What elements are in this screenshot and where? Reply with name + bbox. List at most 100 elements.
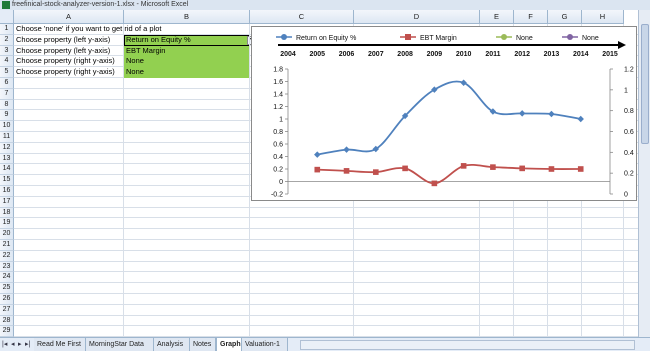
cell-a1[interactable]: Choose 'none' if you want to get rid of …: [14, 24, 250, 35]
vertical-scrollbar[interactable]: [638, 10, 650, 337]
data-point: [431, 180, 438, 187]
row-header-14[interactable]: 14: [0, 164, 14, 176]
left-y-tick-label: 1.6: [273, 79, 283, 86]
data-point: [519, 165, 525, 172]
row-header-29[interactable]: 29: [0, 326, 14, 338]
line-chart[interactable]: Return on Equity % EBT Margin None None 2004…: [251, 26, 637, 201]
left-y-tick-label: 1.8: [273, 67, 283, 74]
horizontal-scrollbar[interactable]: [300, 340, 635, 350]
tab-first-icon[interactable]: |◂: [2, 340, 7, 348]
cell-b4[interactable]: None: [124, 56, 250, 68]
row-header-4[interactable]: 4: [0, 56, 14, 68]
data-point: [343, 168, 350, 174]
tab-prev-icon[interactable]: ◂: [11, 340, 15, 348]
sheet-tab-read-me-first[interactable]: Read Me First: [34, 338, 86, 351]
data-point: [490, 164, 496, 170]
row-header-15[interactable]: 15: [0, 175, 14, 186]
column-header-g[interactable]: G: [548, 10, 582, 24]
row-header-25[interactable]: 25: [0, 283, 14, 294]
cell-b3[interactable]: EBT Margin: [124, 45, 250, 57]
left-y-tick-label: 1.4: [273, 92, 283, 99]
row-header-12[interactable]: 12: [0, 142, 14, 154]
column-header-e[interactable]: E: [480, 10, 514, 24]
column-header-b[interactable]: B: [124, 10, 250, 24]
sheet-tab-bar: |◂ ◂ ▸ ▸| Read Me First MorningStar Data A…: [0, 337, 650, 351]
data-point: [373, 169, 379, 175]
right-y-tick-label: 0.2: [624, 171, 634, 178]
row-header-10[interactable]: 10: [0, 121, 14, 132]
x-tick-label: 2009: [427, 51, 443, 58]
row-header-6[interactable]: 6: [0, 78, 14, 89]
column-header-c[interactable]: C: [250, 10, 354, 24]
select-all-corner[interactable]: [0, 10, 14, 24]
data-point: [343, 146, 350, 153]
row-header-11[interactable]: 11: [0, 132, 14, 143]
x-tick-label: 2014: [573, 51, 589, 58]
cell-a4[interactable]: Choose property (right y-axis): [14, 56, 124, 67]
row-header-9[interactable]: 9: [0, 110, 14, 122]
row-header-17[interactable]: 17: [0, 196, 14, 208]
column-header-a[interactable]: A: [14, 10, 124, 24]
cell-a3[interactable]: Choose property (left y-axis): [14, 46, 124, 57]
cell-b2[interactable]: Return on Equity %: [124, 34, 250, 46]
cell-b5[interactable]: None: [124, 67, 250, 78]
cell-a2[interactable]: Choose property (left y-axis): [14, 35, 124, 46]
column-header-d[interactable]: D: [354, 10, 480, 24]
gridline-horizontal: [14, 249, 638, 251]
left-y-tick-label: 0.6: [273, 142, 283, 149]
data-point: [548, 110, 555, 118]
gridline-horizontal: [14, 293, 638, 294]
data-point: [402, 165, 408, 172]
data-point: [314, 151, 321, 158]
tab-last-icon[interactable]: ▸|: [25, 340, 30, 348]
sheet-tab-morningstar-data[interactable]: MorningStar Data: [86, 338, 154, 351]
row-header-16[interactable]: 16: [0, 186, 14, 197]
sheet-tab-notes[interactable]: Notes: [190, 338, 216, 351]
data-point: [518, 110, 526, 117]
row-header-5[interactable]: 5: [0, 67, 14, 78]
scroll-thumb[interactable]: [641, 24, 649, 144]
row-header-2[interactable]: 2: [0, 34, 14, 46]
right-y-tick-label: 0.4: [624, 150, 634, 157]
column-header-f[interactable]: F: [514, 10, 548, 24]
row-header-7[interactable]: 7: [0, 88, 14, 100]
row-header-1[interactable]: 1: [0, 24, 14, 35]
window-title: freefinical-stock-analyzer-version-1.xls…: [12, 1, 189, 8]
x-tick-label: 2015: [602, 51, 618, 58]
gridline-horizontal: [14, 206, 638, 208]
sheet-tab-analysis[interactable]: Analysis: [154, 338, 190, 351]
row-header-26[interactable]: 26: [0, 294, 14, 305]
legend-marker: [567, 34, 573, 40]
right-y-tick-label: 0: [624, 192, 628, 199]
x-tick-label: 2008: [397, 51, 413, 58]
left-y-tick-label: 0.4: [273, 154, 283, 161]
left-y-tick-label: 1: [279, 117, 283, 124]
data-point: [460, 163, 467, 169]
row-header-23[interactable]: 23: [0, 261, 14, 273]
sheet-tab-valuation-1[interactable]: Valuation-1: [242, 338, 288, 351]
row-header-13[interactable]: 13: [0, 153, 14, 165]
row-header-18[interactable]: 18: [0, 207, 14, 219]
gridline-vertical: [123, 24, 124, 337]
legend-label: Return on Equity %: [296, 35, 356, 42]
left-y-tick-label: 0.2: [273, 167, 283, 174]
column-header-h[interactable]: H: [582, 10, 624, 24]
row-header-19[interactable]: 19: [0, 218, 14, 230]
row-header-27[interactable]: 27: [0, 304, 14, 316]
left-y-tick-label: 1.2: [273, 104, 283, 111]
legend-marker: [405, 34, 411, 40]
row-header-20[interactable]: 20: [0, 229, 14, 240]
cell-a5[interactable]: Choose property (right y-axis): [14, 67, 124, 78]
row-header-24[interactable]: 24: [0, 272, 14, 284]
row-header-8[interactable]: 8: [0, 99, 14, 111]
row-header-22[interactable]: 22: [0, 250, 14, 262]
x-tick-label: 2011: [485, 51, 500, 58]
right-y-tick-label: 1: [624, 87, 628, 94]
row-header-21[interactable]: 21: [0, 240, 14, 251]
series-line: [317, 80, 581, 156]
tab-next-icon[interactable]: ▸: [18, 340, 22, 348]
row-header-28[interactable]: 28: [0, 315, 14, 327]
gridline-horizontal: [14, 239, 638, 240]
sheet-tab-graph[interactable]: Graph: [216, 338, 242, 351]
row-header-3[interactable]: 3: [0, 45, 14, 57]
